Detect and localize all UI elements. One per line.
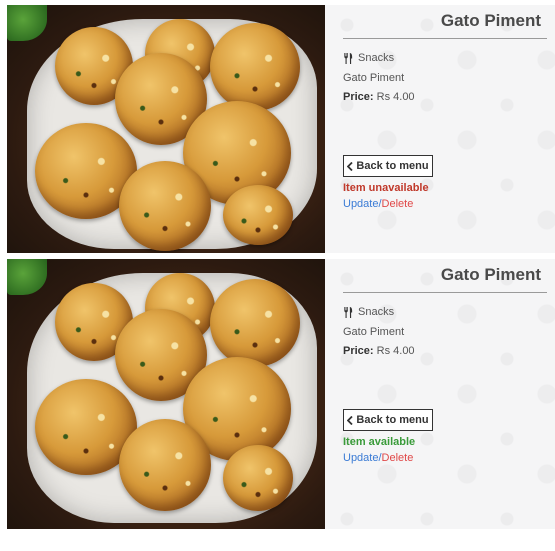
- status-text: Item available: [343, 436, 416, 448]
- divider: [343, 292, 547, 293]
- item-title: Gato Piment: [440, 265, 541, 284]
- item-description: Gato Piment: [343, 72, 405, 84]
- status-text: Item unavailable: [343, 182, 429, 194]
- delete-link[interactable]: Delete: [382, 198, 414, 210]
- back-to-menu-label: Back to menu: [356, 414, 429, 426]
- menu-item-card: Gato Piment Snacks Gato Piment Price: Rs…: [7, 259, 555, 529]
- price-label: Price:: [343, 345, 374, 357]
- item-title: Gato Piment: [440, 11, 541, 30]
- divider: [343, 38, 547, 39]
- delete-link[interactable]: Delete: [382, 452, 414, 464]
- category-row: Snacks: [343, 52, 394, 64]
- chevron-left-icon: [347, 415, 354, 425]
- food-photo: [7, 5, 325, 253]
- category-row: Snacks: [343, 306, 394, 318]
- item-description: Gato Piment: [343, 326, 405, 338]
- fork-knife-icon: [344, 306, 353, 318]
- price-label: Price:: [343, 91, 374, 103]
- price-value: Rs 4.00: [376, 91, 415, 103]
- update-link[interactable]: Update: [343, 452, 378, 464]
- background-pattern: [327, 5, 555, 253]
- category-label: Snacks: [358, 52, 395, 64]
- item-actions: Update/Delete: [343, 452, 413, 464]
- category-label: Snacks: [358, 306, 395, 318]
- item-price: Price: Rs 4.00: [343, 345, 415, 357]
- back-to-menu-button[interactable]: Back to menu: [343, 409, 433, 431]
- food-photo: [7, 259, 325, 529]
- update-link[interactable]: Update: [343, 198, 378, 210]
- menu-item-card: Gato Piment Snacks Gato Piment Price: Rs…: [7, 5, 555, 253]
- chevron-left-icon: [347, 161, 354, 171]
- fork-knife-icon: [344, 52, 353, 64]
- item-price: Price: Rs 4.00: [343, 91, 415, 103]
- background-pattern: [327, 259, 555, 529]
- back-to-menu-button[interactable]: Back to menu: [343, 155, 433, 177]
- price-value: Rs 4.00: [376, 345, 415, 357]
- item-actions: Update/Delete: [343, 198, 413, 210]
- back-to-menu-label: Back to menu: [356, 160, 429, 172]
